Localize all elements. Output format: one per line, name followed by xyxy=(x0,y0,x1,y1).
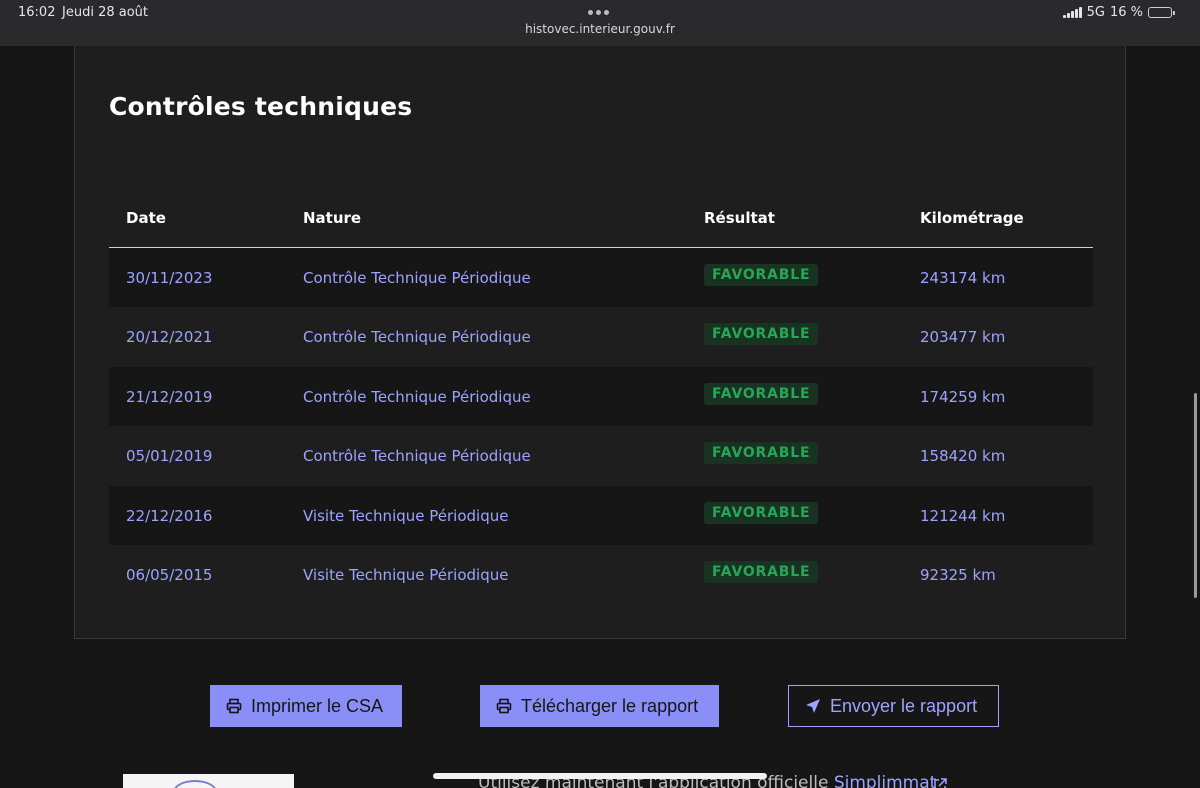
table-row: 05/01/2019 Contrôle Technique Périodique… xyxy=(109,426,1093,485)
send-report-button[interactable]: Envoyer le rapport xyxy=(788,685,999,727)
status-date: Jeudi 28 août xyxy=(62,5,148,20)
send-report-label: Envoyer le rapport xyxy=(830,695,978,716)
simplimmat-link[interactable]: Simplimmat xyxy=(834,773,937,788)
section-title: Contrôles techniques xyxy=(109,92,413,121)
row-nature: Visite Technique Périodique xyxy=(303,506,509,525)
multitasking-dots-icon[interactable] xyxy=(588,10,609,15)
browser-status-bar: 16:02 Jeudi 28 août histovec.interieur.g… xyxy=(0,0,1200,46)
home-indicator[interactable] xyxy=(433,773,767,779)
external-link-icon[interactable] xyxy=(933,778,947,788)
row-nature: Contrôle Technique Périodique xyxy=(303,387,531,406)
cellular-signal-icon xyxy=(1062,7,1082,18)
app-promo-image xyxy=(123,774,294,788)
result-badge: FAVORABLE xyxy=(704,264,819,286)
table-row: 21/12/2019 Contrôle Technique Périodique… xyxy=(109,366,1093,427)
row-date: 30/11/2023 xyxy=(126,269,213,287)
header-nature: Nature xyxy=(303,209,362,227)
row-nature: Contrôle Technique Périodique xyxy=(303,447,531,466)
send-icon xyxy=(806,699,820,713)
result-badge: FAVORABLE xyxy=(704,560,819,583)
inspections-table: Date Nature Résultat Kilométrage 30/11/2… xyxy=(109,186,1093,604)
row-mileage: 174259 km xyxy=(920,387,1006,406)
row-mileage: 92325 km xyxy=(920,565,996,584)
row-mileage: 243174 km xyxy=(920,269,1006,287)
row-nature: Visite Technique Périodique xyxy=(303,565,509,584)
status-time: 16:02 xyxy=(18,5,56,20)
technical-inspections-card: Contrôles techniques Date Nature Résulta… xyxy=(74,46,1126,639)
download-report-button[interactable]: Télécharger le rapport xyxy=(480,685,719,727)
result-badge: FAVORABLE xyxy=(704,323,819,346)
row-date: 20/12/2021 xyxy=(126,328,213,347)
row-nature: Contrôle Technique Périodique xyxy=(303,269,531,287)
status-indicators: 5G 16 % xyxy=(1062,5,1175,20)
result-badge: FAVORABLE xyxy=(704,382,819,405)
header-result: Résultat xyxy=(704,209,775,227)
row-date: 21/12/2019 xyxy=(126,387,213,406)
row-nature: Contrôle Technique Périodique xyxy=(303,328,531,347)
row-mileage: 121244 km xyxy=(920,506,1006,525)
row-date: 06/05/2015 xyxy=(126,565,213,584)
table-row: 22/12/2016 Visite Technique Périodique F… xyxy=(109,485,1093,545)
printer-icon xyxy=(496,698,512,714)
table-row: 20/12/2021 Contrôle Technique Périodique… xyxy=(109,307,1093,366)
table-row: 30/11/2023 Contrôle Technique Périodique… xyxy=(109,248,1093,308)
header-date: Date xyxy=(126,209,166,227)
print-csa-label: Imprimer le CSA xyxy=(251,695,384,716)
battery-percent: 16 % xyxy=(1109,5,1143,20)
row-date: 22/12/2016 xyxy=(126,506,213,525)
result-badge: FAVORABLE xyxy=(704,442,819,465)
row-date: 05/01/2019 xyxy=(126,447,213,466)
printer-icon xyxy=(226,698,242,714)
table-header: Date Nature Résultat Kilométrage xyxy=(109,186,1093,248)
download-report-label: Télécharger le rapport xyxy=(521,695,699,716)
header-mileage: Kilométrage xyxy=(920,209,1024,227)
result-badge: FAVORABLE xyxy=(704,501,819,524)
network-type: 5G xyxy=(1086,5,1105,20)
battery-icon xyxy=(1148,7,1175,18)
address-bar-url[interactable]: histovec.interieur.gouv.fr xyxy=(0,22,1200,36)
row-mileage: 158420 km xyxy=(920,447,1006,466)
scrollbar-thumb[interactable] xyxy=(1194,393,1197,598)
table-row: 06/05/2015 Visite Technique Périodique F… xyxy=(109,545,1093,604)
print-csa-button[interactable]: Imprimer le CSA xyxy=(210,685,402,727)
row-mileage: 203477 km xyxy=(920,328,1006,347)
